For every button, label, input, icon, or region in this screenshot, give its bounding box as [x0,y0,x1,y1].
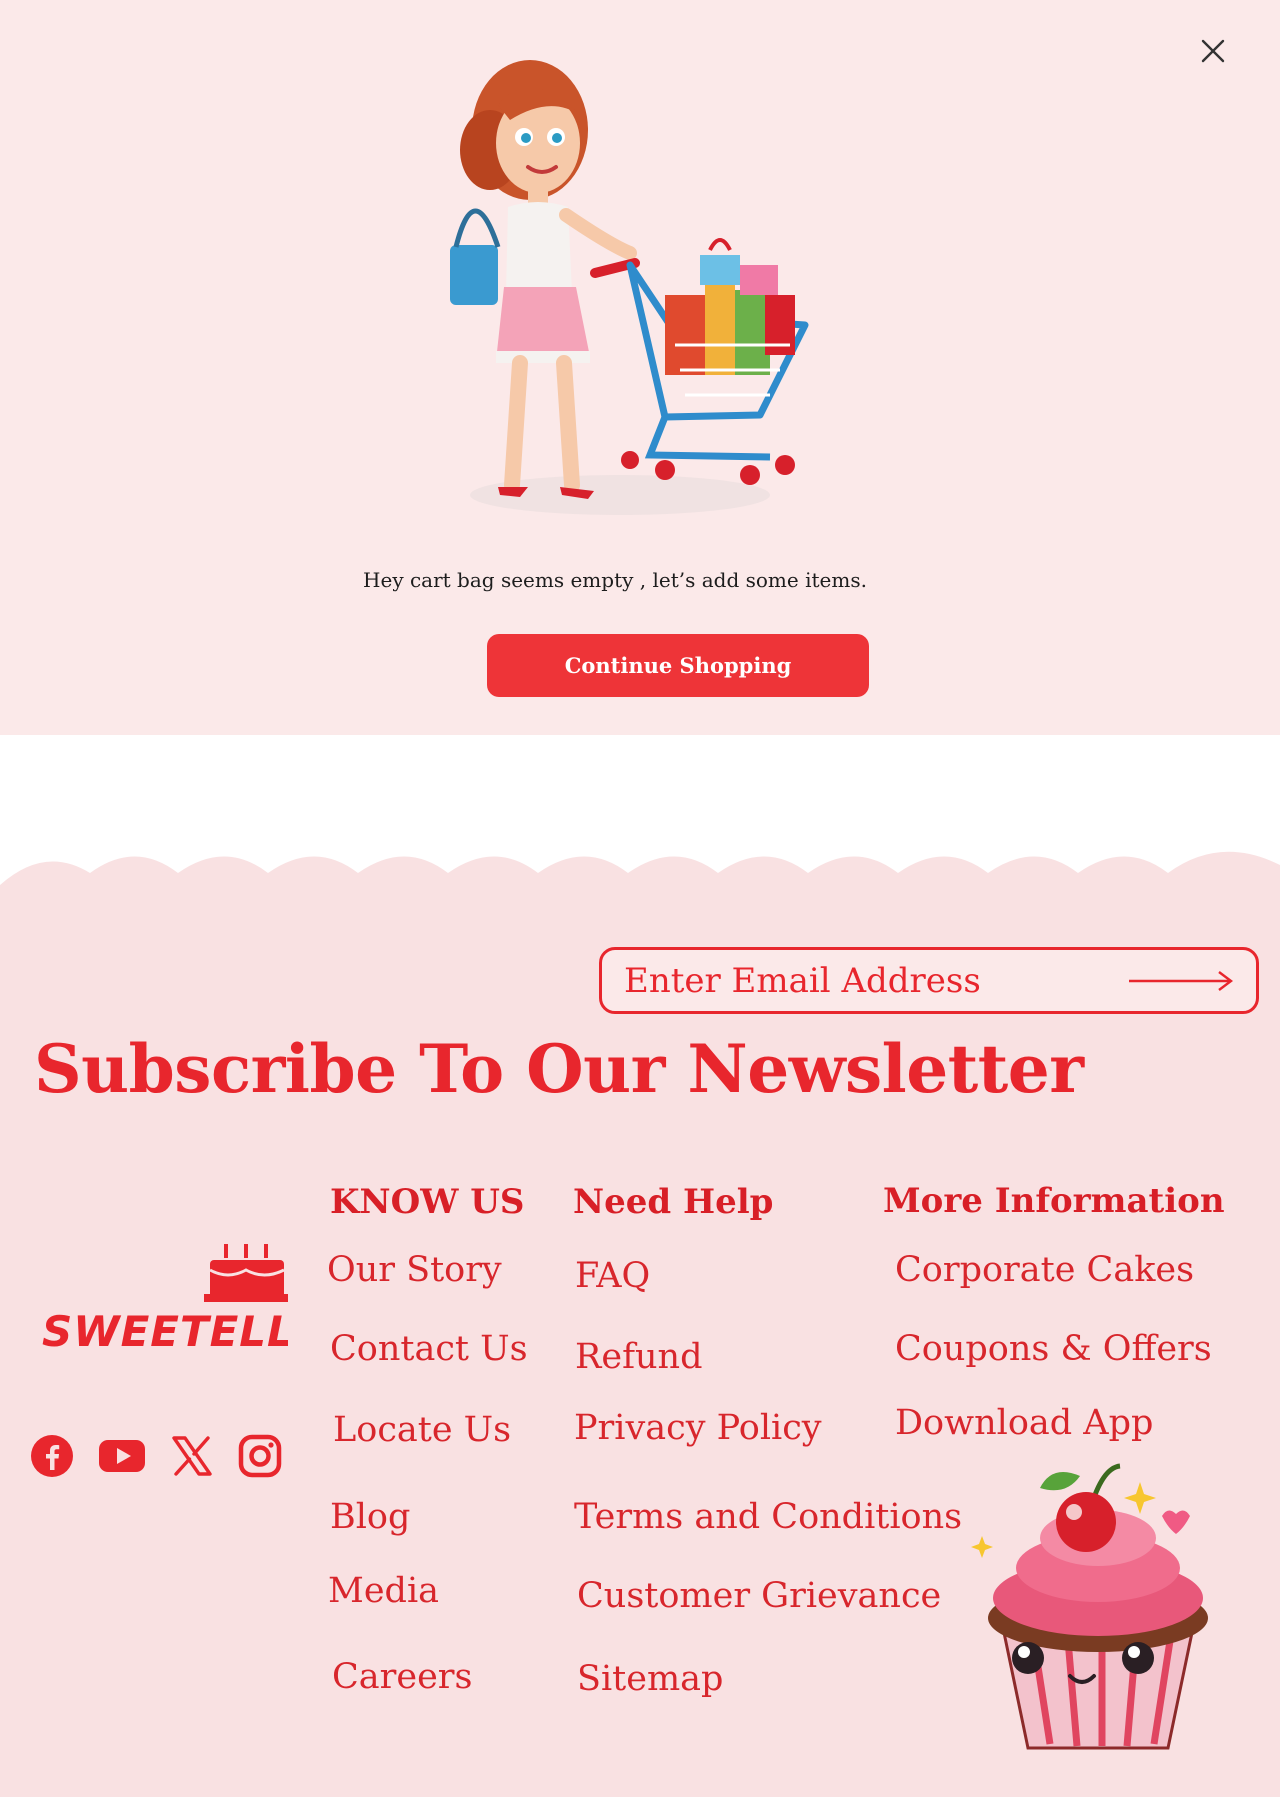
link-privacy-policy[interactable]: Privacy Policy [574,1408,822,1448]
link-sitemap[interactable]: Sitemap [577,1659,723,1699]
sweetella-logo[interactable]: SWEETELLA [38,1240,288,1355]
link-coupons-offers[interactable]: Coupons & Offers [895,1329,1212,1369]
link-faq[interactable]: FAQ [575,1256,650,1296]
link-contact-us[interactable]: Contact Us [330,1329,528,1369]
link-refund[interactable]: Refund [575,1337,703,1377]
x-icon[interactable] [170,1434,214,1478]
link-customer-grievance[interactable]: Customer Grievance [577,1576,941,1616]
link-our-story[interactable]: Our Story [327,1250,502,1290]
youtube-icon[interactable] [98,1434,146,1478]
cake-icon [204,1244,288,1302]
link-corporate-cakes[interactable]: Corporate Cakes [895,1250,1194,1290]
arrow-right-icon[interactable] [1127,965,1237,997]
more-information-heading: More Information [883,1181,1225,1221]
empty-cart-message: Hey cart bag seems empty , let’s add som… [363,568,867,592]
email-input[interactable] [624,958,1104,1004]
link-download-app[interactable]: Download App [895,1403,1153,1443]
cherry-cupcake-mascot [971,1463,1208,1750]
newsletter-title: Subscribe To Our Newsletter [34,1030,1084,1108]
instagram-icon[interactable] [238,1434,282,1478]
empty-cart-panel: Hey cart bag seems empty , let’s add som… [0,0,1280,735]
newsletter-form [599,947,1259,1014]
social-links [30,1434,282,1478]
know-us-heading: KNOW US [330,1182,525,1222]
facebook-icon[interactable] [30,1434,74,1478]
link-media[interactable]: Media [328,1571,439,1611]
continue-shopping-button[interactable]: Continue Shopping [487,634,869,697]
link-careers[interactable]: Careers [332,1657,473,1697]
need-help-heading: Need Help [573,1182,774,1222]
close-icon[interactable] [1196,34,1230,68]
link-terms-and-conditions[interactable]: Terms and Conditions [574,1497,962,1537]
link-locate-us[interactable]: Locate Us [333,1410,511,1450]
shopping-woman-cart-illustration [450,60,809,515]
link-blog[interactable]: Blog [330,1497,410,1537]
svg-text:SWEETELLA: SWEETELLA [42,1307,288,1355]
